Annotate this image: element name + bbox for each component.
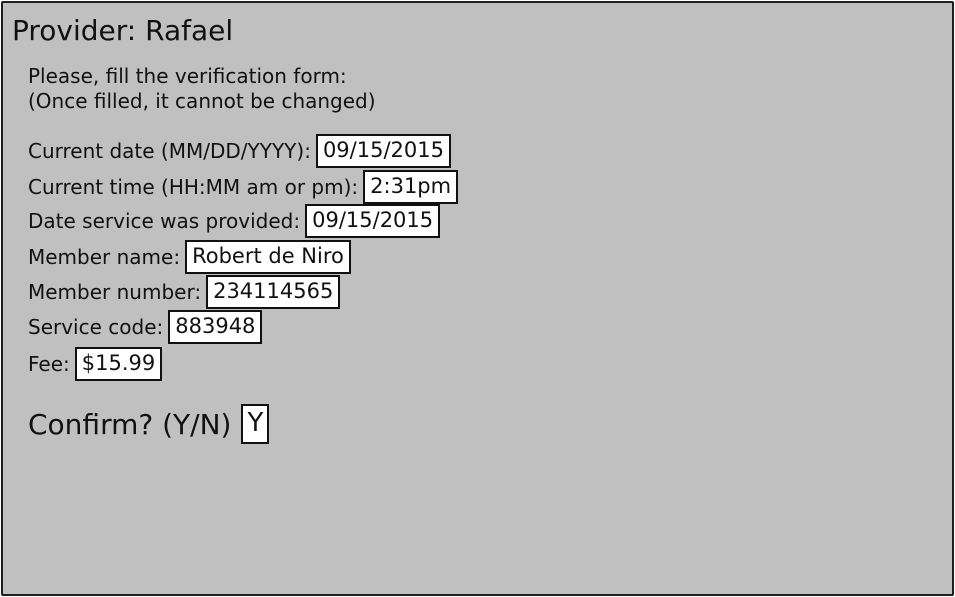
- fee-label: Fee:: [28, 352, 70, 376]
- member-number-label: Member number:: [28, 280, 202, 304]
- fee-row: Fee: $15.99: [28, 346, 163, 382]
- member-name-label: Member name:: [28, 245, 181, 269]
- provider-title: Provider: Rafael: [12, 14, 234, 47]
- current-time-label: Current time (HH:MM am or pm):: [28, 175, 359, 199]
- service-date-label: Date service was provided:: [28, 209, 301, 233]
- confirm-label: Confirm? (Y/N): [28, 407, 232, 441]
- service-code-label: Service code:: [28, 315, 164, 339]
- current-time-row: Current time (HH:MM am or pm): 2:31pm: [28, 169, 459, 205]
- service-code-field[interactable]: 883948: [168, 310, 263, 344]
- confirm-field[interactable]: Y: [241, 404, 270, 444]
- service-date-row: Date service was provided: 09/15/2015: [28, 203, 441, 239]
- fee-field[interactable]: $15.99: [74, 347, 163, 381]
- current-date-label: Current date (MM/DD/YYYY):: [28, 139, 311, 163]
- current-time-field[interactable]: 2:31pm: [363, 170, 459, 204]
- member-number-row: Member number: 234114565: [28, 274, 341, 310]
- member-name-row: Member name: Robert de Niro: [28, 239, 351, 275]
- verification-window: Provider: Rafael Please, fill the verifi…: [1, 1, 954, 596]
- member-name-field[interactable]: Robert de Niro: [185, 240, 351, 274]
- instruction-line-1: Please, fill the verification form:: [28, 64, 347, 88]
- service-date-field[interactable]: 09/15/2015: [305, 204, 441, 238]
- instruction-line-2: (Once filled, it cannot be changed): [28, 89, 376, 113]
- current-date-row: Current date (MM/DD/YYYY): 09/15/2015: [28, 133, 451, 169]
- current-date-field[interactable]: 09/15/2015: [315, 134, 451, 168]
- service-code-row: Service code: 883948: [28, 309, 263, 345]
- member-number-field[interactable]: 234114565: [206, 275, 341, 309]
- confirm-row: Confirm? (Y/N) Y: [28, 403, 270, 445]
